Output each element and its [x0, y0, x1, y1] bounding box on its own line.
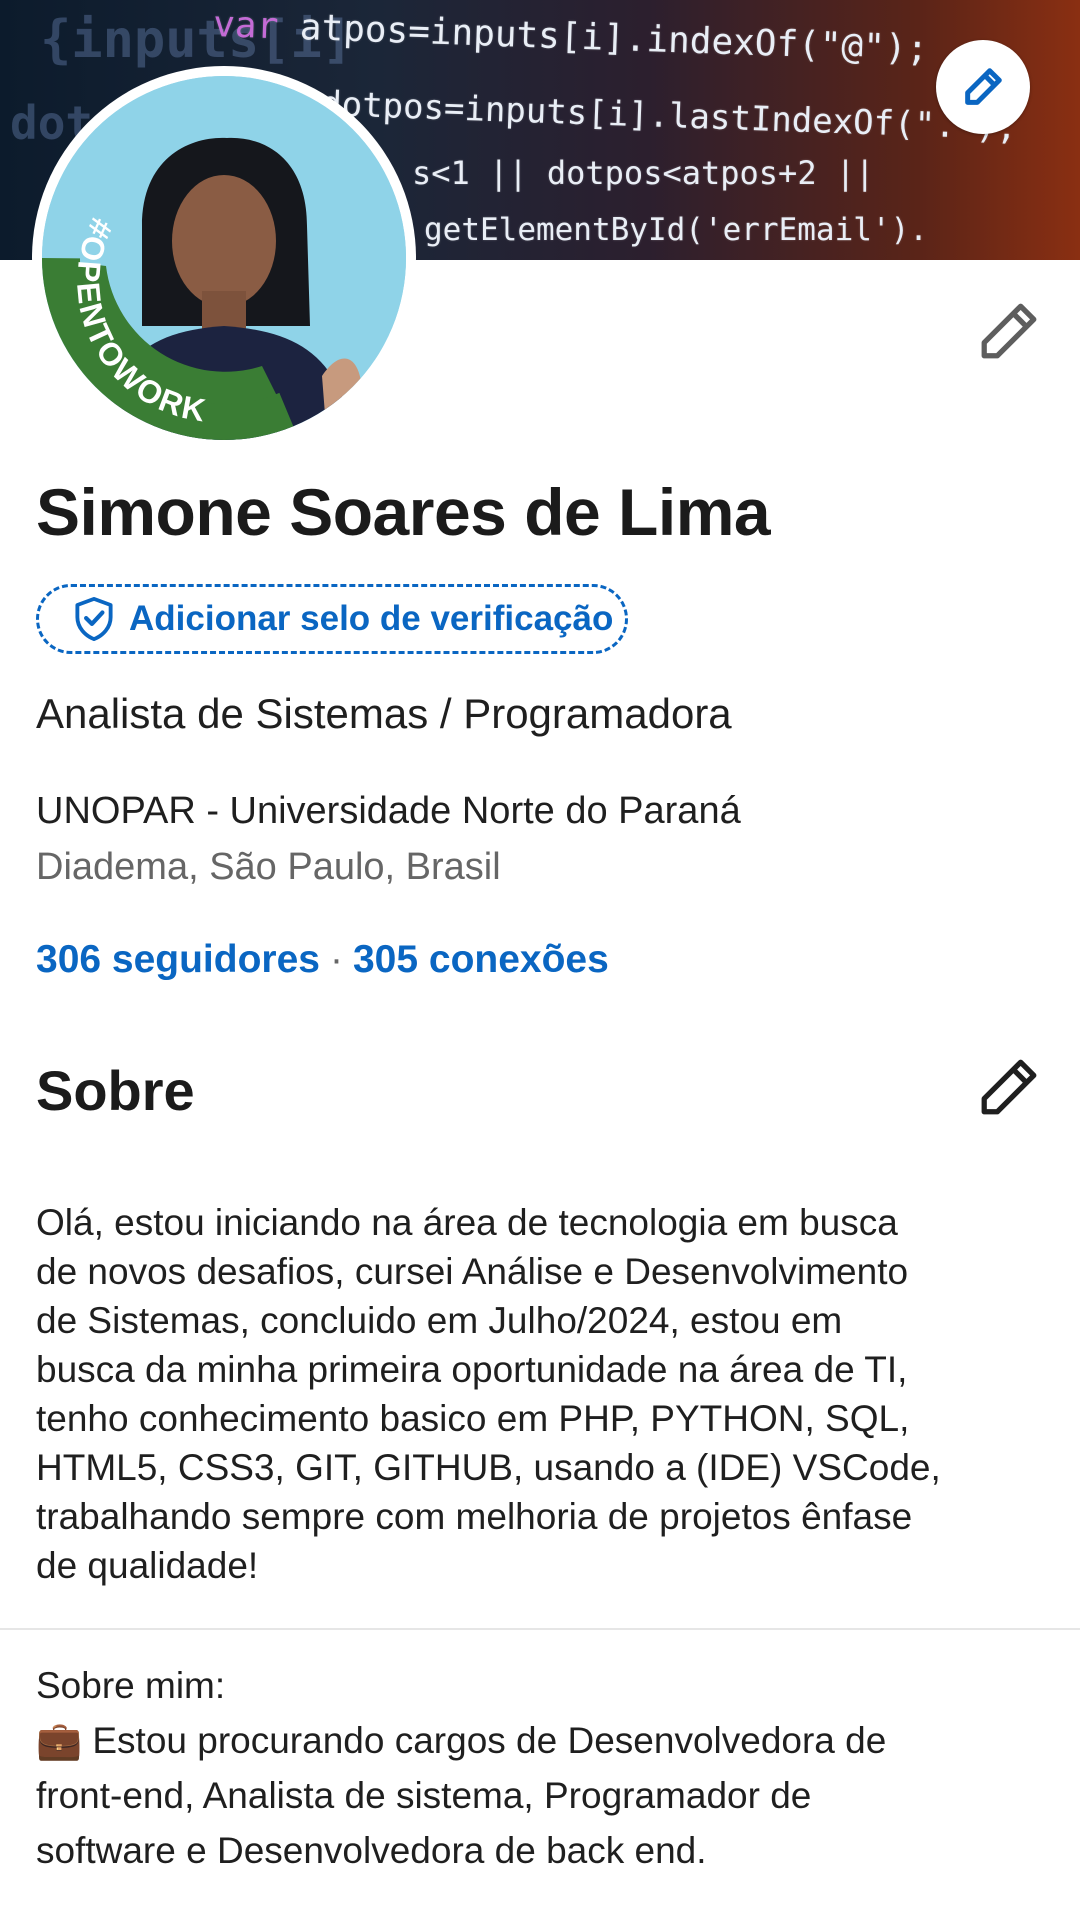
banner-code-line-4: getElementById('errEmail').	[424, 212, 928, 248]
stats-separator: ·	[329, 938, 343, 981]
education[interactable]: UNOPAR - Universidade Norte do Paraná	[36, 790, 741, 833]
profile-photo: #OPENTOWORK	[42, 76, 406, 440]
network-stats: 306 seguidores · 305 conexões	[36, 938, 609, 982]
avatar[interactable]: #OPENTOWORK	[32, 66, 416, 450]
location: Diadema, São Paulo, Brasil	[36, 846, 501, 888]
about-me-label: Sobre mim:	[36, 1665, 226, 1706]
about-line: de Sistemas, concluido em Julho/2024, es…	[36, 1300, 843, 1341]
about-me-line: front-end, Analista de sistema, Programa…	[36, 1775, 812, 1816]
verify-label: Adicionar selo de verificação	[129, 599, 614, 638]
profile-name: Simone Soares de Lima	[36, 475, 771, 549]
edit-intro-pencil-icon[interactable]	[974, 296, 1044, 366]
headline: Analista de Sistemas / Programadora	[36, 690, 732, 737]
about-line: de qualidade!	[36, 1545, 259, 1586]
banner-code-line-3: s<1 || dotpos<atpos+2 ||	[412, 154, 875, 192]
shield-check-icon	[75, 596, 113, 642]
about-me-line: 💼 Estou procurando cargos de Desenvolved…	[36, 1720, 887, 1761]
about-line: trabalhando sempre com melhoria de proje…	[36, 1496, 913, 1537]
about-line: Olá, estou iniciando na área de tecnolog…	[36, 1202, 898, 1243]
about-text: Olá, estou iniciando na área de tecnolog…	[36, 1198, 1046, 1590]
add-verification-badge-button[interactable]: Adicionar selo de verificação	[36, 584, 628, 654]
banner-code-line-2: dotpos=inputs[i].lastIndexOf(".");	[320, 84, 1018, 149]
about-section-title: Sobre	[36, 1059, 195, 1122]
about-line: tenho conhecimento basico em PHP, PYTHON…	[36, 1398, 910, 1439]
edit-banner-button[interactable]	[936, 40, 1030, 134]
open-to-work-badge: #OPENTOWORK	[42, 213, 299, 440]
about-line: de novos desafios, cursei Análise e Dese…	[36, 1251, 909, 1292]
briefcase-icon: 💼	[36, 1720, 83, 1761]
about-me-text: Sobre mim: 💼 Estou procurando cargos de …	[36, 1658, 1046, 1878]
edit-about-pencil-icon[interactable]	[974, 1052, 1044, 1122]
followers-link[interactable]: 306 seguidores	[36, 938, 320, 981]
about-line: HTML5, CSS3, GIT, GITHUB, usando a (IDE)…	[36, 1447, 941, 1488]
connections-link[interactable]: 305 conexões	[353, 938, 609, 981]
about-me-line: software e Desenvolvedora de back end.	[36, 1830, 707, 1871]
section-divider	[0, 1628, 1080, 1630]
about-line: busca da minha primeira oportunidade na …	[36, 1349, 908, 1390]
pencil-icon	[965, 68, 1002, 105]
